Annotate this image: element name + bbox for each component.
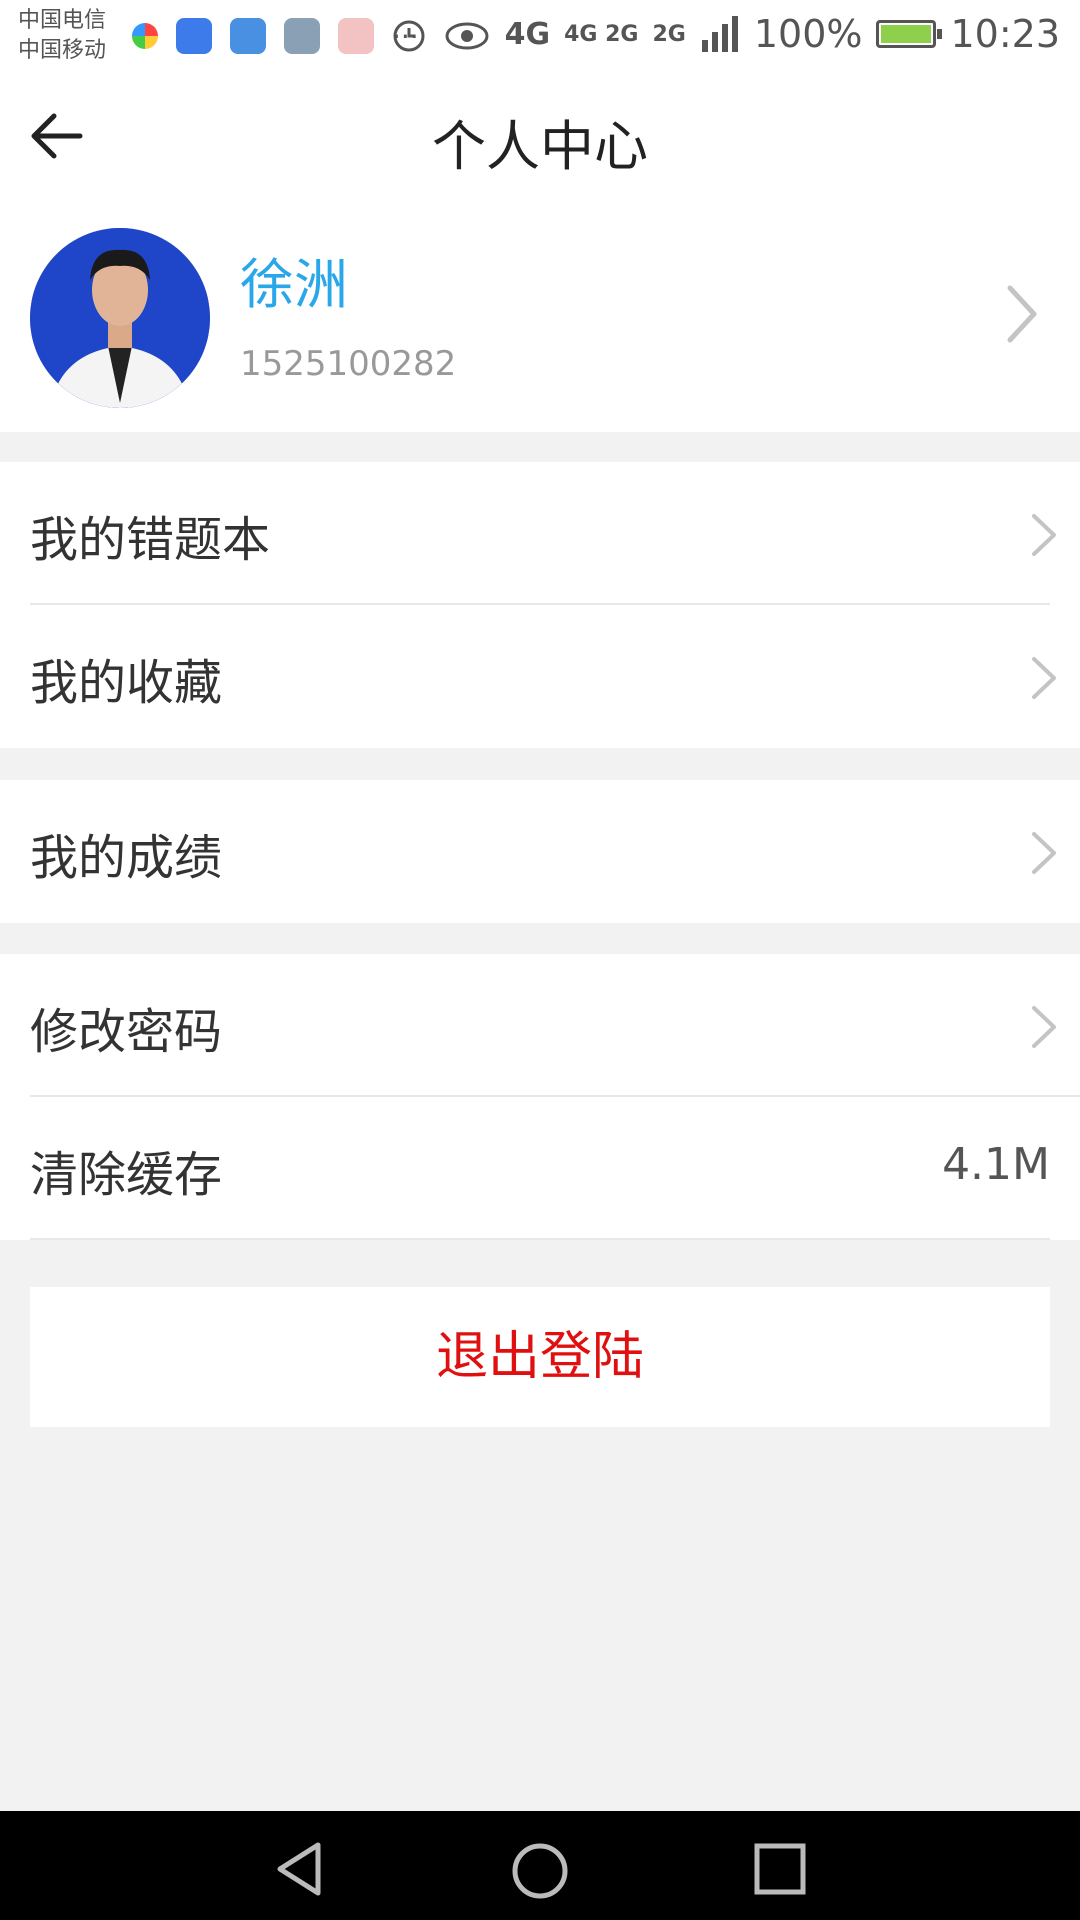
chevron-right-icon <box>1007 285 1037 343</box>
menu-item-label: 我的收藏 <box>30 655 223 711</box>
chevron-right-icon <box>1032 657 1056 699</box>
signal-icon <box>701 16 738 52</box>
menu-item-change-password[interactable]: 修改密码 <box>0 954 1080 1097</box>
pinwheel-app-icon <box>132 23 158 49</box>
logout-button[interactable]: 退出登陆 <box>30 1287 1050 1427</box>
status-right: 4G 4G 2G 2G 100% 10:23 <box>389 12 1060 56</box>
chevron-right-icon <box>1032 832 1056 874</box>
shield-app-icon <box>176 18 212 54</box>
menu-item-wrong-questions[interactable]: 我的错题本 <box>0 462 1080 605</box>
title-bar: 个人中心 <box>0 80 1080 192</box>
menu-item-clear-cache[interactable]: 清除缓存 4.1M <box>0 1097 1080 1240</box>
network-4g: 4G <box>504 16 551 52</box>
network-2g: 2G <box>652 21 686 47</box>
nav-recents-icon[interactable] <box>752 1841 808 1897</box>
user-name: 徐洲 <box>240 253 348 316</box>
carrier-2: 中国移动 <box>18 38 107 63</box>
carrier-names: 中国电信 中国移动 <box>18 6 106 66</box>
menu-group-2: 我的成绩 <box>0 780 1080 923</box>
menu-item-favorites[interactable]: 我的收藏 <box>0 605 1080 748</box>
clock: 10:23 <box>950 12 1060 56</box>
eye-icon <box>445 22 489 50</box>
divider <box>30 1238 1050 1240</box>
chevron-right-icon <box>1032 514 1056 556</box>
menu-group-1: 我的错题本 我的收藏 <box>0 462 1080 748</box>
nav-home-icon[interactable] <box>510 1841 570 1901</box>
alarm-icon <box>393 20 425 52</box>
avatar-photo <box>30 228 210 408</box>
status-bar: 中国电信 中国移动 ··· 4G 4G 2G 2G 100% 10:23 <box>0 0 1080 80</box>
menu-item-label: 修改密码 <box>30 1004 223 1060</box>
carrier-1: 中国电信 <box>18 8 107 33</box>
map-pin-app-icon <box>338 18 374 54</box>
notification-icons: ··· <box>132 18 419 54</box>
nav-back-icon[interactable] <box>272 1841 328 1897</box>
menu-item-label: 清除缓存 <box>30 1147 223 1203</box>
battery-percent: 100% <box>753 12 863 56</box>
profile-card[interactable]: 徐洲 1525100282 <box>0 192 1080 432</box>
gallery-app-icon <box>284 18 320 54</box>
menu-item-scores[interactable]: 我的成绩 <box>0 780 1080 923</box>
menu-item-label: 我的错题本 <box>30 512 271 568</box>
health-app-icon <box>230 18 266 54</box>
network-4g-2g: 4G 2G <box>564 21 639 47</box>
menu-item-label: 我的成绩 <box>30 830 223 886</box>
chevron-right-icon <box>1032 1006 1056 1048</box>
cache-size: 4.1M <box>942 1139 1050 1190</box>
menu-group-3: 修改密码 清除缓存 4.1M <box>0 954 1080 1240</box>
avatar <box>30 228 210 408</box>
user-phone: 1525100282 <box>240 344 457 384</box>
system-nav-bar <box>0 1811 1080 1920</box>
page-title: 个人中心 <box>432 115 648 178</box>
battery-icon <box>876 20 943 48</box>
